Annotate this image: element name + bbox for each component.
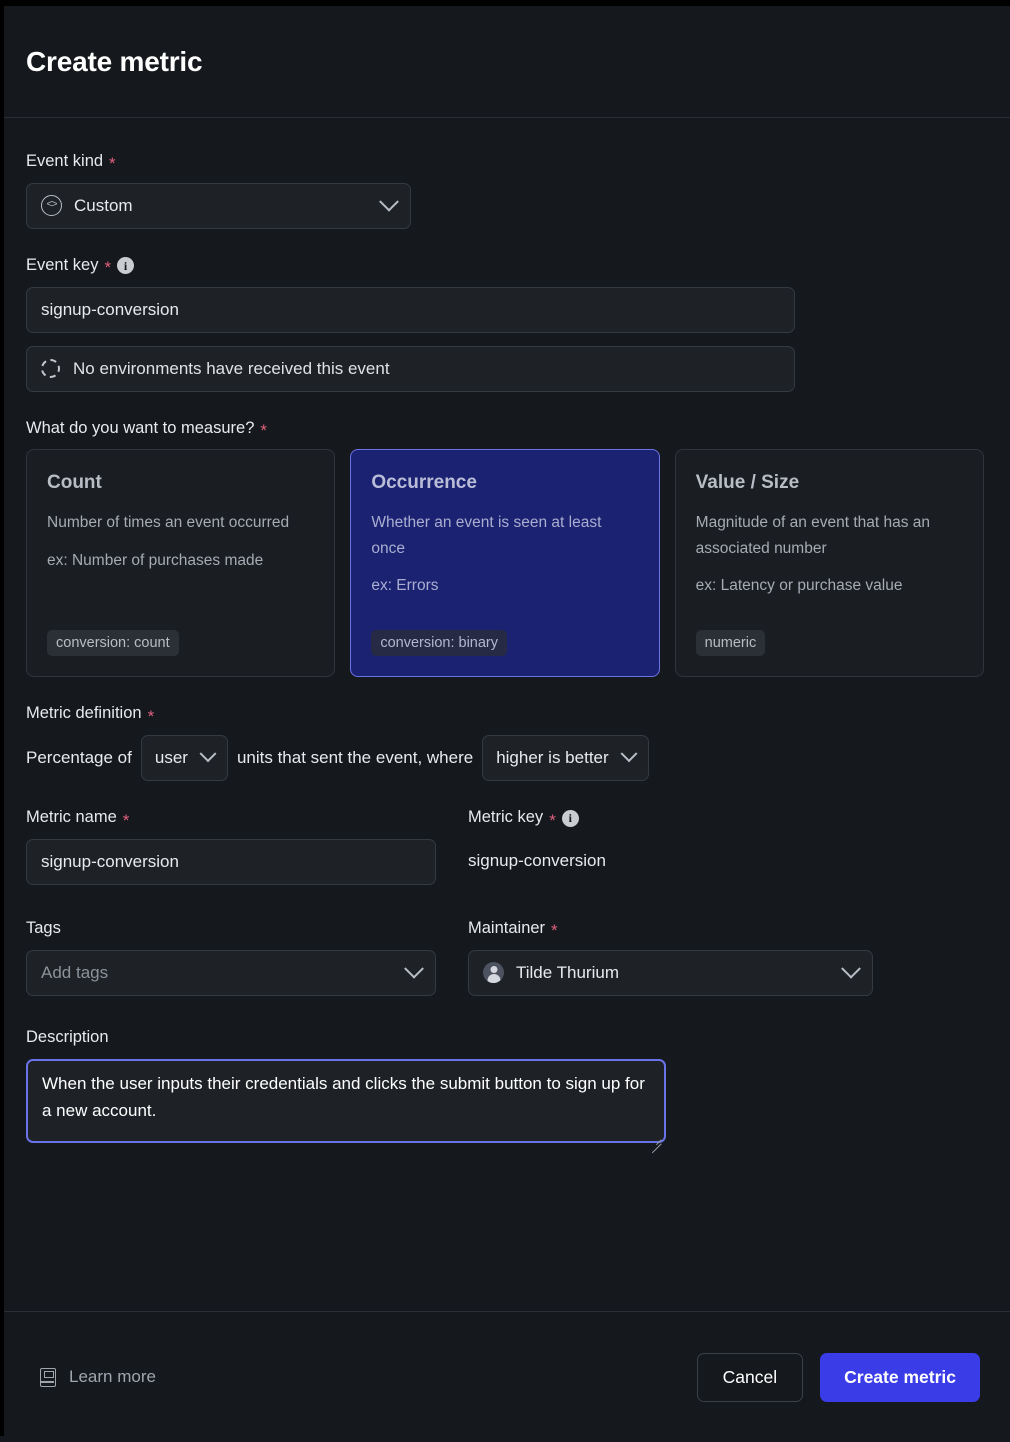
cancel-button[interactable]: Cancel	[696, 1352, 804, 1402]
measure-label: What do you want to measure? *	[26, 419, 984, 439]
metric-name-input[interactable]	[26, 838, 436, 885]
chevron-down-icon	[620, 745, 638, 763]
chevron-down-icon	[404, 958, 424, 979]
metric-definition-group: Metric definition * Percentage of user u…	[26, 704, 984, 782]
direction-select-value: higher is better	[496, 748, 609, 768]
event-kind-label: Event kind *	[26, 152, 984, 172]
card-example: ex: Errors	[371, 576, 439, 594]
event-kind-value: Custom	[74, 195, 133, 215]
chevron-down-icon	[199, 745, 217, 763]
create-metric-modal: Create metric Event kind * <> Custom Eve…	[0, 6, 1010, 1442]
metric-name-col: Metric name *	[26, 808, 436, 885]
required-asterisk: *	[147, 706, 155, 726]
definition-middle-text: units that sent the event, where	[236, 748, 474, 768]
chevron-down-icon	[841, 958, 861, 979]
metric-definition-row: Percentage of user units that sent the e…	[26, 735, 984, 782]
tags-label: Tags	[26, 919, 436, 939]
page-title: Create metric	[26, 45, 203, 77]
maintainer-value: Tilde Thurium	[516, 962, 619, 982]
description-textarea[interactable]: When the user inputs their credentials a…	[26, 1058, 666, 1143]
tags-placeholder: Add tags	[41, 962, 109, 982]
event-key-group: Event key * i No environments have recei…	[26, 256, 984, 392]
event-kind-label-text: Event kind	[26, 152, 104, 170]
maintainer-label: Maintainer *	[468, 919, 873, 939]
event-key-input[interactable]	[26, 286, 795, 333]
modal-footer: Learn more Cancel Create metric	[0, 1311, 1010, 1442]
card-title: Value / Size	[695, 472, 800, 494]
event-key-status-text: No environments have received this event	[73, 358, 390, 378]
maintainer-select[interactable]: Tilde Thurium	[468, 949, 873, 996]
event-key-label-text: Event key	[26, 255, 99, 274]
info-icon[interactable]: i	[117, 257, 135, 275]
info-icon[interactable]: i	[561, 809, 579, 827]
unit-select[interactable]: user	[140, 735, 228, 782]
metric-definition-label-text: Metric definition	[26, 704, 142, 723]
measure-option-value-size[interactable]: Value / Size Magnitude of an event that …	[674, 449, 984, 678]
metric-name-key-group: Metric name * Metric key * i signup-conv…	[26, 808, 984, 885]
tags-select[interactable]: Add tags	[26, 949, 436, 996]
maintainer-label-text: Maintainer	[468, 918, 546, 937]
measure-label-text: What do you want to measure?	[26, 418, 255, 437]
event-key-label: Event key * i	[26, 256, 984, 276]
tags-col: Tags Add tags	[26, 919, 436, 996]
metric-key-label: Metric key * i	[468, 808, 873, 830]
required-asterisk: *	[104, 258, 112, 278]
event-key-status: No environments have received this event	[26, 345, 795, 392]
metric-key-col: Metric key * i signup-conversion	[468, 808, 873, 885]
learn-more-label: Learn more	[69, 1367, 156, 1386]
direction-select[interactable]: higher is better	[482, 735, 649, 782]
maintainer-col: Maintainer * Tilde Thurium	[468, 919, 873, 996]
metric-definition-label: Metric definition *	[26, 704, 984, 724]
required-asterisk: *	[260, 420, 267, 440]
card-example: ex: Latency or purchase value	[695, 576, 903, 594]
card-badge: conversion: count	[47, 630, 179, 657]
tags-maintainer-group: Tags Add tags Maintainer * Tilde Thurium	[26, 919, 984, 996]
card-description: Number of times an event occurred	[47, 514, 290, 532]
metric-key-value: signup-conversion	[468, 850, 606, 870]
description-group: Description When the user inputs their c…	[26, 1028, 984, 1154]
user-avatar-icon	[483, 962, 504, 984]
spinner-icon	[41, 359, 60, 379]
metric-key-label-text: Metric key	[468, 808, 544, 827]
metric-name-label: Metric name *	[26, 808, 436, 828]
window-left-edge	[0, 0, 4, 1436]
measure-options: Count Number of times an event occurred …	[26, 449, 984, 678]
tags-label-text: Tags	[26, 918, 61, 937]
chevron-down-icon	[379, 191, 399, 212]
create-metric-button[interactable]: Create metric	[820, 1352, 980, 1402]
required-asterisk: *	[122, 810, 130, 830]
measure-option-occurrence[interactable]: Occurrence Whether an event is seen at l…	[350, 449, 660, 678]
book-icon	[40, 1367, 56, 1387]
card-description: Whether an event is seen at least once	[371, 514, 602, 557]
card-description: Magnitude of an event that has an associ…	[695, 514, 931, 557]
required-asterisk: *	[549, 810, 556, 830]
unit-select-value: user	[154, 748, 188, 768]
card-example: ex: Number of purchases made	[47, 551, 264, 569]
event-kind-select[interactable]: <> Custom	[26, 182, 411, 229]
code-circle-icon: <>	[41, 195, 62, 217]
card-badge: numeric	[695, 630, 766, 657]
card-badge: conversion: binary	[371, 630, 507, 657]
footer-actions: Cancel Create metric	[696, 1352, 980, 1402]
event-kind-group: Event kind * <> Custom	[26, 152, 984, 229]
description-label-text: Description	[26, 1027, 109, 1046]
learn-more-link[interactable]: Learn more	[40, 1367, 156, 1387]
card-title: Count	[47, 472, 102, 494]
measure-option-count[interactable]: Count Number of times an event occurred …	[26, 449, 336, 678]
modal-header: Create metric	[0, 6, 1010, 118]
definition-prefix-text: Percentage of	[26, 748, 132, 768]
card-title: Occurrence	[371, 472, 477, 494]
description-label: Description	[26, 1028, 984, 1048]
modal-body: Event kind * <> Custom Event key * i No	[0, 118, 1010, 1311]
measure-group: What do you want to measure? * Count Num…	[26, 419, 984, 678]
required-asterisk: *	[109, 154, 116, 174]
required-asterisk: *	[551, 921, 558, 941]
metric-name-label-text: Metric name	[26, 808, 117, 827]
